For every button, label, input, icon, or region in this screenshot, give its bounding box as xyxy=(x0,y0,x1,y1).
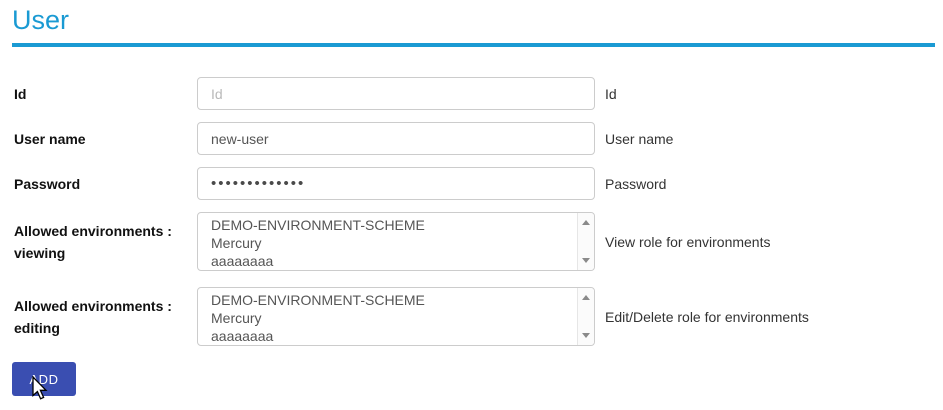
scroll-up-icon[interactable] xyxy=(582,295,590,300)
env-viewing-scrollbar[interactable] xyxy=(577,213,594,270)
scroll-down-icon[interactable] xyxy=(582,258,590,263)
username-field-wrap xyxy=(197,122,595,155)
id-input[interactable] xyxy=(197,77,595,110)
env-viewing-label-line2: viewing xyxy=(14,245,65,261)
env-viewing-listbox[interactable]: DEMO-ENVIRONMENT-SCHEME Mercury aaaaaaaa xyxy=(197,212,595,271)
env-editing-hint-label: Edit/Delete role for environments xyxy=(605,309,809,325)
env-editing-scrollbar[interactable] xyxy=(577,288,594,345)
form-row-env-editing: Allowed environments : editing DEMO-ENVI… xyxy=(14,287,943,346)
password-hint-label: Password xyxy=(605,176,666,192)
env-editing-label-line2: editing xyxy=(14,320,60,336)
password-label: Password xyxy=(14,173,197,195)
form-row-id: Id Id xyxy=(14,77,943,110)
env-viewing-option[interactable]: Mercury xyxy=(211,234,574,252)
env-editing-option[interactable]: DEMO-ENVIRONMENT-SCHEME xyxy=(211,291,574,309)
id-label: Id xyxy=(14,83,197,105)
env-viewing-option[interactable]: aaaaaaaa xyxy=(211,252,574,270)
add-button[interactable]: ADD xyxy=(12,362,76,396)
id-field-wrap xyxy=(197,77,595,110)
scroll-up-icon[interactable] xyxy=(582,220,590,225)
username-input[interactable] xyxy=(197,122,595,155)
env-viewing-label: Allowed environments : viewing xyxy=(14,220,197,264)
form-row-username: User name User name xyxy=(14,122,943,155)
password-input[interactable] xyxy=(197,167,595,200)
form-row-env-viewing: Allowed environments : viewing DEMO-ENVI… xyxy=(14,212,943,271)
env-editing-label: Allowed environments : editing xyxy=(14,295,197,339)
env-viewing-field-wrap: DEMO-ENVIRONMENT-SCHEME Mercury aaaaaaaa xyxy=(197,212,595,271)
user-form-page: User Id Id User name User name Password … xyxy=(0,5,943,396)
env-viewing-hint-label: View role for environments xyxy=(605,234,770,250)
password-field-wrap xyxy=(197,167,595,200)
env-editing-label-line1: Allowed environments : xyxy=(14,298,172,314)
title-divider xyxy=(12,43,935,47)
env-editing-listbox[interactable]: DEMO-ENVIRONMENT-SCHEME Mercury aaaaaaaa xyxy=(197,287,595,346)
env-editing-option[interactable]: aaaaaaaa xyxy=(211,327,574,345)
username-hint-label: User name xyxy=(605,131,673,147)
env-editing-field-wrap: DEMO-ENVIRONMENT-SCHEME Mercury aaaaaaaa xyxy=(197,287,595,346)
env-viewing-label-line1: Allowed environments : xyxy=(14,223,172,239)
username-label: User name xyxy=(14,128,197,150)
user-form: Id Id User name User name Password Passw… xyxy=(14,77,943,396)
scroll-down-icon[interactable] xyxy=(582,333,590,338)
env-editing-option[interactable]: Mercury xyxy=(211,309,574,327)
page-title: User xyxy=(12,5,943,35)
id-hint-label: Id xyxy=(605,86,617,102)
form-row-password: Password Password xyxy=(14,167,943,200)
env-viewing-option[interactable]: DEMO-ENVIRONMENT-SCHEME xyxy=(211,216,574,234)
